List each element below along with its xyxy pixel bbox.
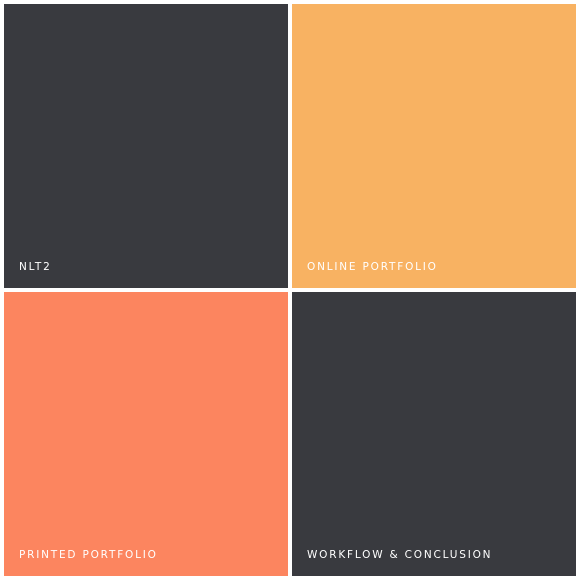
tile-nlt2[interactable]: NLT2	[4, 4, 288, 288]
tile-label-online-portfolio: ONLINE PORTFOLIO	[307, 261, 438, 273]
tile-printed-portfolio[interactable]: PRINTED PORTFOLIO	[4, 292, 288, 576]
tile-label-workflow-conclusion: WORKFLOW & CONCLUSION	[307, 549, 493, 561]
tile-workflow-conclusion[interactable]: WORKFLOW & CONCLUSION	[292, 292, 576, 576]
tile-label-nlt2: NLT2	[19, 261, 52, 273]
tile-online-portfolio[interactable]: ONLINE PORTFOLIO	[292, 4, 576, 288]
portfolio-tile-grid: NLT2 ONLINE PORTFOLIO PRINTED PORTFOLIO …	[0, 0, 580, 580]
tile-label-printed-portfolio: PRINTED PORTFOLIO	[19, 549, 158, 561]
